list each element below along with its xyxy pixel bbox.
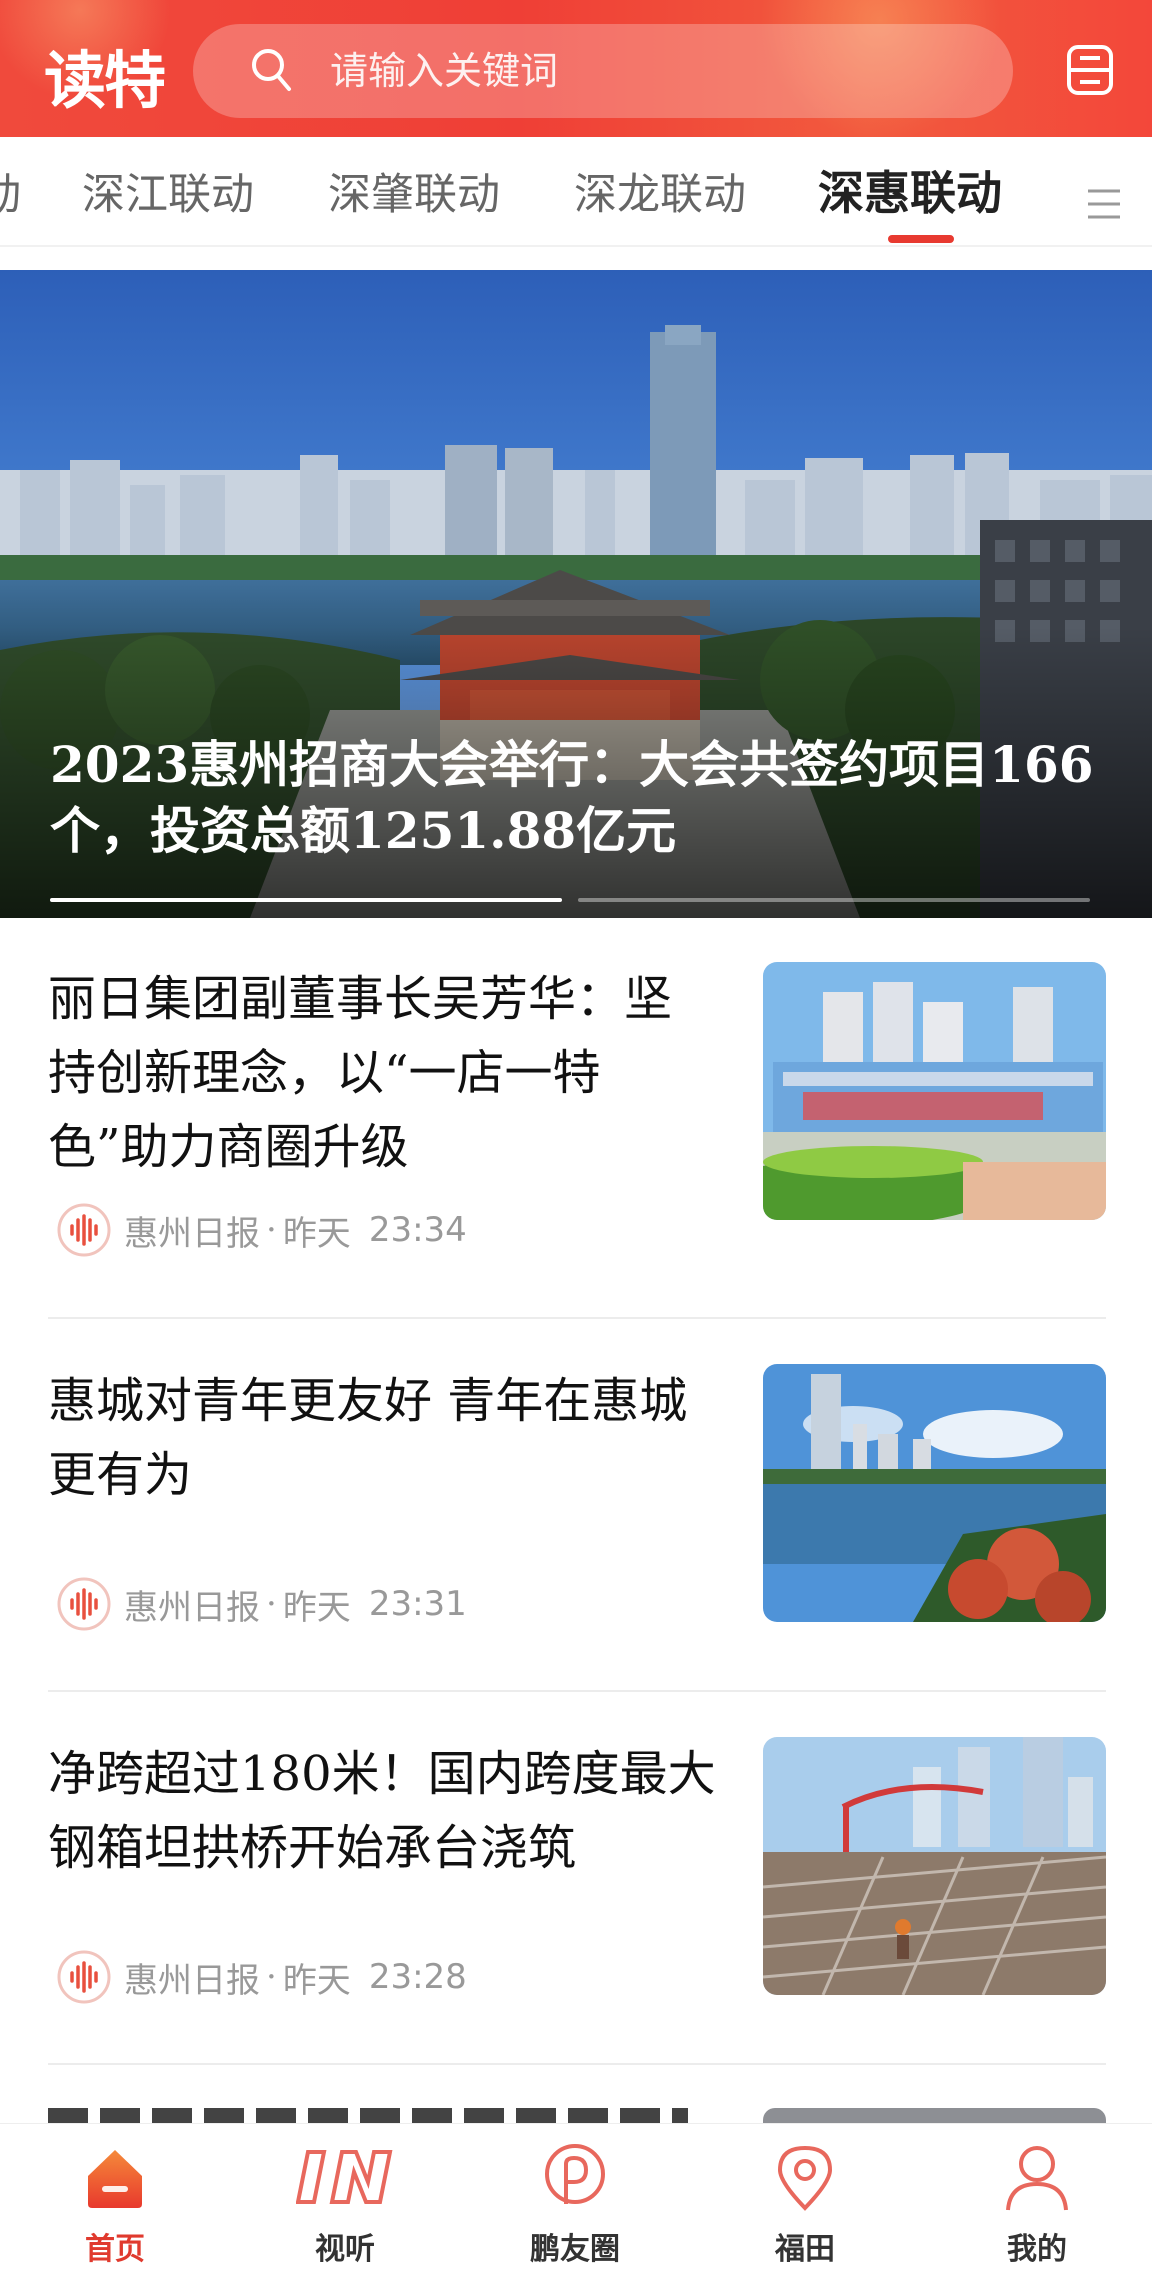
news-day: 昨天 [282,1213,351,1254]
divider [48,1690,1106,1692]
nav-label-futian: 福田 [775,2232,835,2267]
next-thumbnail-peek [763,2108,1106,2123]
home-icon [88,2150,142,2208]
nav-label-profile: 我的 [1007,2232,1067,2267]
thumbnail-image [763,962,1106,1220]
nav-home[interactable]: 首页 [40,2136,190,2267]
next-item-peek [48,2100,688,2123]
tab-shenjiang[interactable]: 深江联动 [82,167,254,223]
top-header: 读特 请输入关键词 [0,0,1152,137]
hero-banner[interactable]: 2023惠州招商大会举行：大会共签约项目166个，投资总额1251.88亿元 [0,270,1152,918]
nav-label-video: 视听 [315,2232,375,2267]
nav-label-friends: 鹏友圈 [530,2232,620,2267]
news-thumbnail[interactable] [763,962,1106,1220]
nav-futian[interactable]: 福田 [730,2136,880,2267]
carousel-dot [578,898,1090,902]
news-meta: 惠州日报 · 昨天 23:28 [56,1949,467,2005]
in-icon [296,2150,393,2204]
nav-video[interactable]: 视听 [270,2136,420,2267]
news-title[interactable]: 丽日集团副董事长吴芳华：坚持创新理念，以“一店一特色”助力商圈升级 [48,962,718,1184]
tab-partial[interactable]: 动 [0,167,21,223]
tab-shenlong[interactable]: 深龙联动 [574,167,746,223]
tab-shenhui[interactable]: 深惠联动 [818,165,1002,221]
menu-icon[interactable] [1066,44,1114,96]
channel-tabs: 动 深江联动 深肇联动 深龙联动 深惠联动 [0,137,1152,247]
meta-separator: · [266,1584,277,1624]
audio-source-icon[interactable] [56,1202,112,1258]
p-circle-icon [545,2144,605,2204]
carousel-dot-active [50,898,562,902]
divider [48,1317,1106,1319]
bottom-navigation: 首页 视听 鹏友圈 福田 我的 [0,2123,1152,2273]
tab-shenzhao[interactable]: 深肇联动 [328,167,500,223]
news-day: 昨天 [282,1960,351,2001]
news-item[interactable]: 丽日集团副董事长吴芳华：坚持创新理念，以“一店一特色”助力商圈升级 惠州日报 ·… [48,962,1106,1262]
news-source: 惠州日报 [124,1960,260,2001]
thumbnail-image [763,1737,1106,1995]
news-item[interactable]: 净跨超过180米！国内跨度最大钢箱坦拱桥开始承台浇筑 惠州日报 · 昨天 23:… [48,1737,1106,2037]
news-time: 23:31 [368,1584,467,1624]
news-title[interactable]: 净跨超过180米！国内跨度最大钢箱坦拱桥开始承台浇筑 [48,1737,718,1885]
news-app-screen: 读特 请输入关键词 动 深江联动 深肇联动 深龙联动 深惠联动 [0,0,1152,2273]
audio-source-icon[interactable] [56,1576,112,1632]
news-item[interactable]: 惠城对青年更友好 青年在惠城更有为 惠州日报 · 昨天 23:31 [48,1364,1106,1664]
active-tab-indicator [888,235,954,243]
audio-source-icon[interactable] [56,1949,112,2005]
hero-headline[interactable]: 2023惠州招商大会举行：大会共签约项目166个，投资总额1251.88亿元 [50,732,1110,864]
news-meta: 惠州日报 · 昨天 23:34 [56,1202,467,1258]
news-meta: 惠州日报 · 昨天 23:31 [56,1576,467,1632]
search-placeholder[interactable]: 请输入关键词 [330,44,558,98]
nav-label-home: 首页 [85,2232,145,2267]
nav-profile[interactable]: 我的 [962,2136,1112,2267]
user-icon [1006,2146,1068,2211]
meta-separator: · [266,1957,277,1997]
news-day: 昨天 [282,1587,351,1628]
thumbnail-image [763,1364,1106,1622]
channel-menu-icon[interactable] [1086,187,1122,221]
app-logo[interactable]: 读特 [44,30,166,120]
carousel-indicator [50,898,1090,902]
news-title[interactable]: 惠城对青年更友好 青年在惠城更有为 [48,1364,718,1512]
news-thumbnail[interactable] [763,1364,1106,1622]
divider [48,2063,1106,2065]
nav-friends[interactable]: 鹏友圈 [500,2136,650,2267]
news-time: 23:28 [368,1957,467,1997]
search-bar[interactable]: 请输入关键词 [193,24,1013,118]
location-pin-icon [777,2145,833,2211]
meta-separator: · [266,1210,277,1250]
news-time: 23:34 [368,1210,467,1250]
news-thumbnail[interactable] [763,1737,1106,1995]
search-icon [252,49,291,91]
news-source: 惠州日报 [124,1213,260,1254]
news-source: 惠州日报 [124,1587,260,1628]
